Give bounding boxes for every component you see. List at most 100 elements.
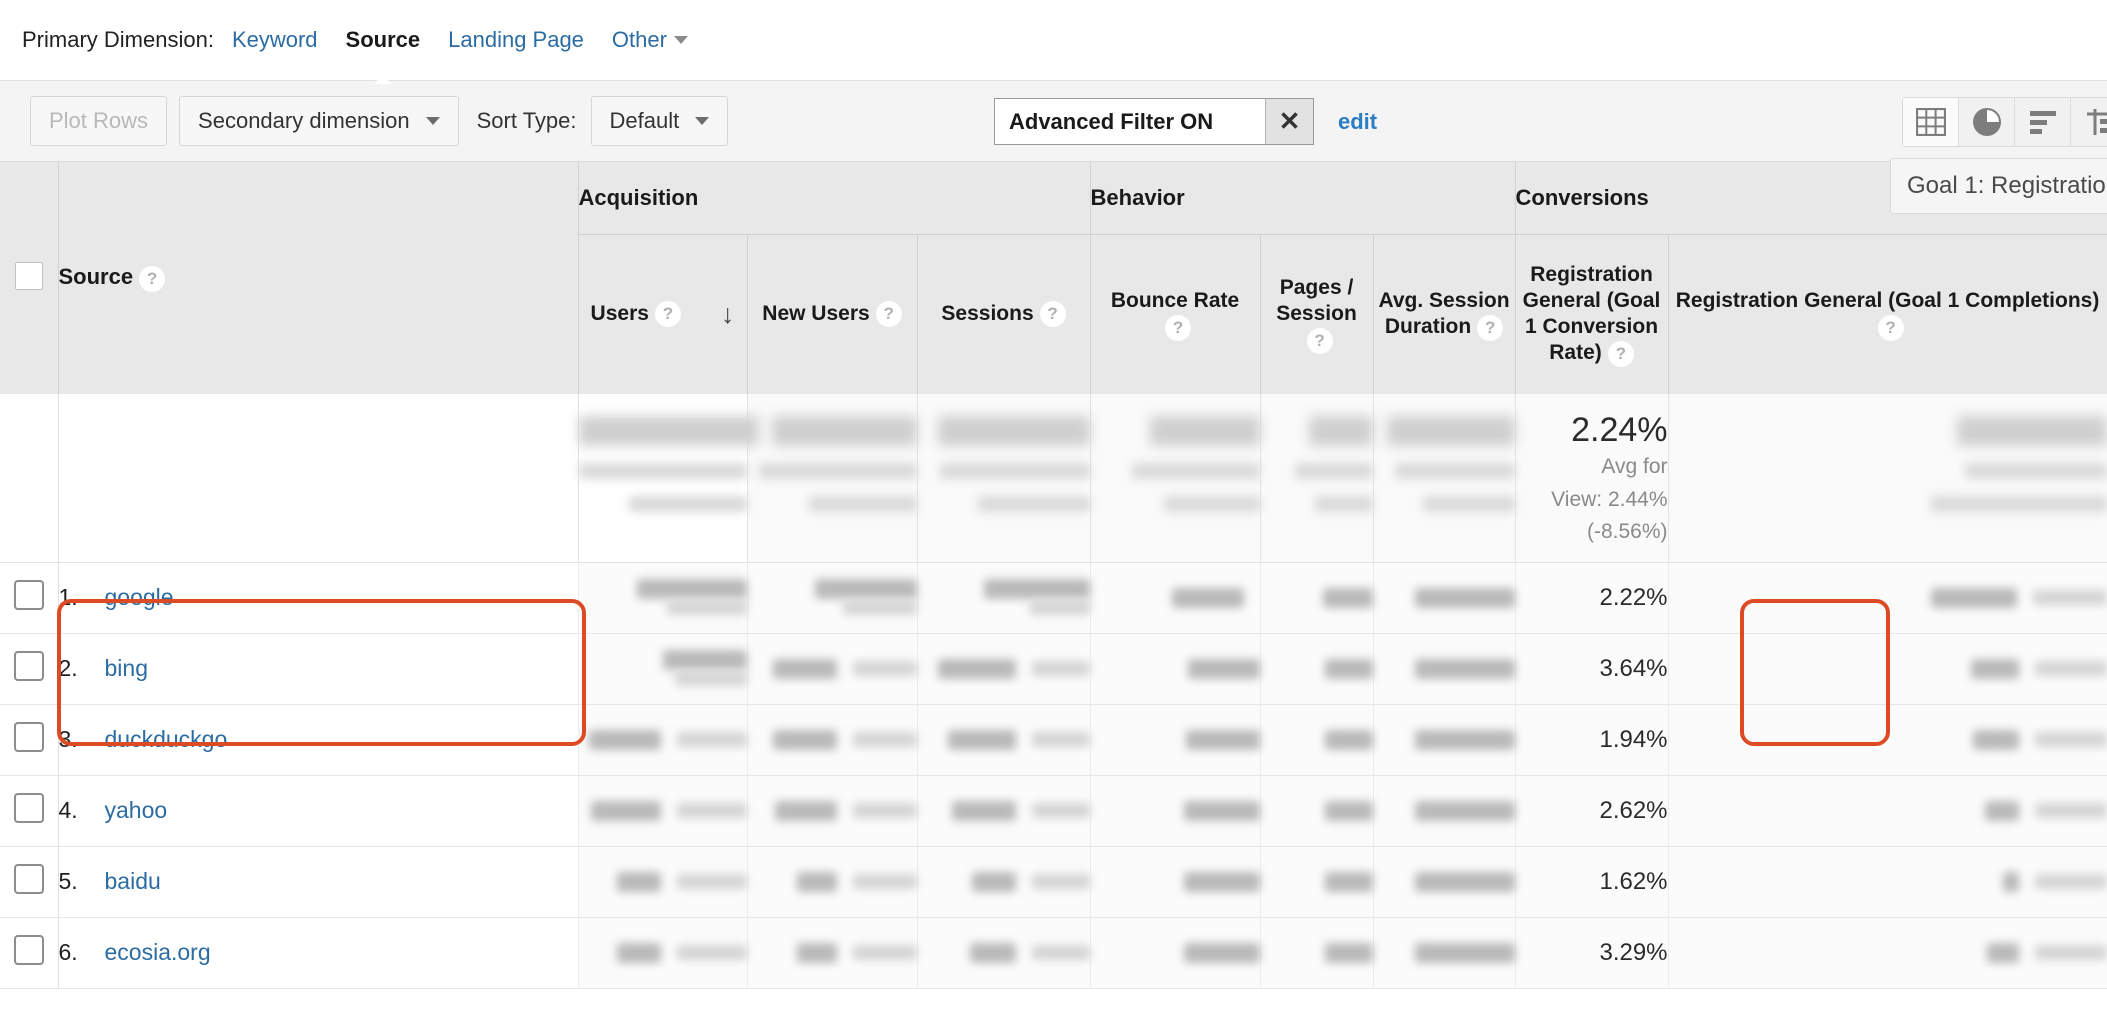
column-header-goal1-completions[interactable]: Registration General (Goal 1 Completions… (1668, 234, 2107, 394)
row-checkbox[interactable] (13, 722, 44, 752)
row-new-users-cell (747, 704, 918, 776)
users-label: Users (590, 302, 649, 326)
help-icon[interactable]: ? (1039, 301, 1066, 328)
goal1-conversion-rate-label: Registration General (Goal 1 Conversion … (1522, 262, 1661, 365)
summary-new-users-cell (747, 394, 918, 563)
row-source-cell: 3. duckduckgo (58, 704, 579, 776)
row-index: 2. (58, 655, 78, 681)
help-icon[interactable]: ? (139, 265, 166, 292)
primary-dimension-source[interactable]: Source (346, 27, 420, 84)
advanced-filter-box[interactable]: Advanced Filter ON ✕ (994, 98, 1314, 145)
select-all-header-cell (0, 162, 59, 394)
report-table: Source? Acquisition Behavior Conversions… (0, 162, 2107, 989)
source-link[interactable]: google (105, 584, 174, 610)
source-link[interactable]: baidu (105, 868, 161, 894)
summary-conversion-rate-avg-line1: Avg for (1601, 455, 1668, 479)
sort-type-label: Sort Type: (476, 108, 577, 133)
help-icon[interactable]: ? (875, 301, 902, 328)
source-link[interactable]: bing (105, 655, 148, 681)
row-goal1-conversion-rate-cell: 2.22% (1515, 562, 1669, 634)
row-checkbox[interactable] (13, 864, 44, 894)
column-header-new-users[interactable]: New Users? (747, 234, 918, 394)
goal-selector[interactable]: Goal 1: Registration G (1890, 158, 2107, 214)
row-goal1-completions-cell (1668, 775, 2107, 847)
table-row: 1. google 2.22% (0, 562, 2107, 634)
sort-type-select[interactable]: Default (590, 96, 729, 146)
edit-filter-link[interactable]: edit (1338, 109, 1377, 135)
row-sessions-cell (917, 917, 1091, 989)
plot-rows-button[interactable]: Plot Rows (30, 96, 168, 146)
row-sessions-cell (917, 775, 1091, 847)
column-header-goal1-conversion-rate[interactable]: Registration General (Goal 1 Conversion … (1515, 234, 1669, 394)
column-header-bounce-rate[interactable]: Bounce Rate? (1090, 234, 1261, 394)
source-link[interactable]: duckduckgo (105, 726, 228, 752)
summary-conversion-rate-avg-line3: (-8.56%) (1587, 520, 1668, 544)
table-row: 2. bing 3.64% (0, 633, 2107, 705)
row-pages-per-session-cell (1260, 704, 1374, 776)
row-index: 4. (58, 797, 78, 823)
row-checkbox-cell[interactable] (0, 846, 59, 918)
clear-filter-icon[interactable]: ✕ (1265, 99, 1313, 144)
report-toolbar: Plot Rows Secondary dimension Sort Type:… (0, 80, 2107, 162)
row-avg-session-duration-cell (1373, 633, 1516, 705)
primary-dimension-other-label: Other (611, 27, 667, 52)
row-source-cell: 1. google (58, 562, 579, 634)
row-checkbox[interactable] (13, 935, 44, 965)
summary-checkbox-cell (0, 394, 59, 563)
filter-input[interactable]: Advanced Filter ON (995, 109, 1265, 135)
primary-dimension-other[interactable]: Other (612, 27, 688, 53)
row-pages-per-session-cell (1260, 846, 1374, 918)
help-icon[interactable]: ? (1165, 314, 1192, 341)
row-sessions-cell (917, 633, 1091, 705)
row-checkbox[interactable] (13, 580, 44, 610)
table-view-icon[interactable] (1903, 98, 1959, 146)
comparison-bar-view-icon[interactable] (2015, 98, 2071, 146)
row-source-cell: 4. yahoo (58, 775, 579, 847)
row-checkbox[interactable] (13, 651, 44, 681)
row-checkbox-cell[interactable] (0, 775, 59, 847)
secondary-dimension-label: Secondary dimension (198, 108, 410, 133)
pivot-view-icon[interactable] (2071, 98, 2107, 146)
table-row: 5. baidu 1.62% (0, 846, 2107, 918)
row-bounce-rate-cell (1090, 562, 1261, 634)
help-icon[interactable]: ? (1607, 340, 1634, 367)
primary-dimension-landing-page[interactable]: Landing Page (448, 27, 584, 53)
row-index: 5. (58, 868, 78, 894)
acquisition-group-header: Acquisition (578, 162, 1091, 235)
help-icon[interactable]: ? (1477, 314, 1504, 341)
column-header-avg-session-duration[interactable]: Avg. Session Duration? (1373, 234, 1516, 394)
column-header-users[interactable]: Users? ↓ (578, 234, 748, 394)
select-all-checkbox[interactable] (14, 261, 43, 290)
row-checkbox[interactable] (13, 793, 44, 823)
summary-bounce-rate-cell (1090, 394, 1261, 563)
summary-sessions-cell (917, 394, 1091, 563)
table-group-header-row: Source? Acquisition Behavior Conversions (0, 162, 2107, 394)
row-checkbox-cell[interactable] (0, 633, 59, 705)
row-users-cell (578, 562, 748, 634)
row-checkbox-cell[interactable] (0, 704, 59, 776)
source-link[interactable]: yahoo (105, 797, 168, 823)
percentage-pie-view-icon[interactable] (1959, 98, 2015, 146)
row-checkbox-cell[interactable] (0, 917, 59, 989)
help-icon[interactable]: ? (654, 301, 681, 328)
summary-goal1-completions-cell (1668, 394, 2107, 563)
row-goal1-completions-cell (1668, 633, 2107, 705)
primary-dimension-keyword[interactable]: Keyword (232, 27, 318, 53)
row-goal1-conversion-rate-cell: 3.29% (1515, 917, 1669, 989)
help-icon[interactable]: ? (1306, 327, 1333, 354)
column-header-sessions[interactable]: Sessions? (917, 234, 1091, 394)
source-header-label: Source (58, 264, 134, 290)
row-users-cell (578, 704, 748, 776)
row-pages-per-session-cell (1260, 562, 1374, 634)
view-type-toggle-group (1902, 97, 2107, 147)
column-header-pages-per-session[interactable]: Pages / Session? (1260, 234, 1374, 394)
row-pages-per-session-cell (1260, 633, 1374, 705)
row-new-users-cell (747, 633, 918, 705)
row-goal1-conversion-rate-cell: 1.62% (1515, 846, 1669, 918)
source-link[interactable]: ecosia.org (105, 939, 211, 965)
row-checkbox-cell[interactable] (0, 562, 59, 634)
help-icon[interactable]: ? (1877, 314, 1904, 341)
source-column-header[interactable]: Source? (58, 162, 579, 394)
secondary-dimension-button[interactable]: Secondary dimension (179, 96, 459, 146)
row-new-users-cell (747, 917, 918, 989)
